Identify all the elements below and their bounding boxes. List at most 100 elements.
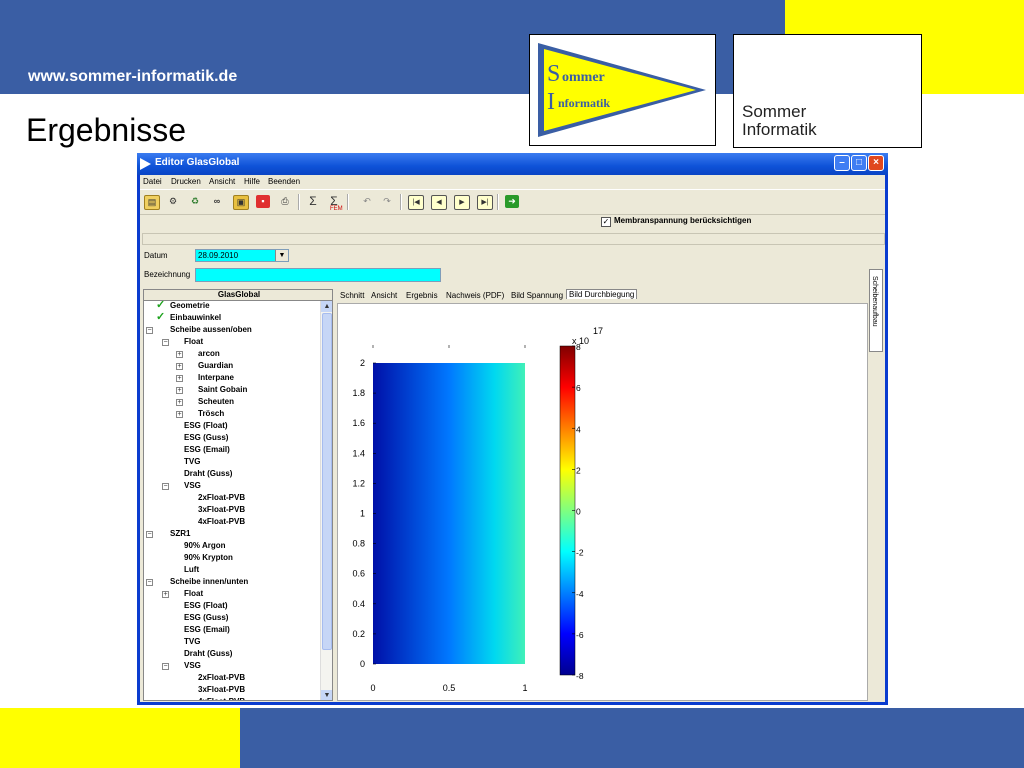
tree-item[interactable]: ESG (Email)	[184, 625, 230, 634]
menu-drucken[interactable]: Drucken	[171, 177, 201, 186]
scroll-thumb[interactable]	[322, 313, 332, 650]
undo-icon[interactable]: ↶	[360, 195, 374, 208]
menu-datei[interactable]: Datei	[143, 177, 162, 186]
tree-item[interactable]: 90% Krypton	[184, 553, 233, 562]
tab-ergebnis[interactable]: Ergebnis	[406, 291, 438, 300]
expand-icon[interactable]: +	[176, 399, 183, 406]
collapse-icon[interactable]: −	[162, 663, 169, 670]
redo-icon[interactable]: ↷	[380, 195, 394, 208]
tree-scrollbar[interactable]: ▲ ▼	[320, 301, 332, 700]
save-icon[interactable]: ▪	[256, 195, 270, 208]
colorbar-tick-label: 2	[576, 465, 581, 475]
next-icon[interactable]: ▶	[454, 195, 470, 210]
tree-item[interactable]: SZR1	[170, 529, 190, 538]
binoculars-icon[interactable]: ∞	[210, 195, 224, 208]
text-logo: Sommer Informatik	[733, 34, 922, 148]
membrane-checkbox-label: Membranspannung berücksichtigen	[614, 216, 752, 225]
window-client: Datei Drucken Ansicht Hilfe Beenden ▤ ⚙ …	[140, 175, 885, 702]
tree-item[interactable]: 90% Argon	[184, 541, 226, 550]
tree-item[interactable]: ESG (Float)	[184, 421, 228, 430]
tree-item[interactable]: Float	[184, 337, 203, 346]
tree-item[interactable]: VSG	[184, 661, 201, 670]
tree-item[interactable]: Interpane	[198, 373, 234, 382]
logo-word-nformatik: nformatik	[558, 96, 610, 110]
print-icon[interactable]: ⎙	[278, 195, 292, 208]
datum-dropdown-icon[interactable]: ▼	[275, 250, 288, 261]
tree-item[interactable]: Scheibe aussen/oben	[170, 325, 252, 334]
tab-ansicht[interactable]: Ansicht	[371, 291, 397, 300]
tree-item[interactable]: ESG (Guss)	[184, 613, 228, 622]
sum-icon[interactable]: Σ	[306, 195, 320, 208]
tab-bild-spannung[interactable]: Bild Spannung	[511, 291, 563, 300]
tree-item[interactable]: 3xFloat-PVB	[198, 505, 245, 514]
tab-nachweis[interactable]: Nachweis (PDF)	[446, 291, 504, 300]
last-icon[interactable]: ▶|	[477, 195, 493, 210]
close-button[interactable]: ×	[868, 155, 884, 171]
minimize-button[interactable]: –	[834, 155, 850, 171]
tree-item[interactable]: Guardian	[198, 361, 233, 370]
tab-schnitt[interactable]: Schnitt	[340, 291, 364, 300]
y-tick-label: 1.6	[352, 418, 365, 428]
tree-item[interactable]: 2xFloat-PVB	[198, 493, 245, 502]
window-titlebar[interactable]: Editor GlasGlobal – □ ×	[137, 153, 888, 175]
website-url: www.sommer-informatik.de	[28, 68, 238, 85]
tab-bild-durchbiegung[interactable]: Bild Durchbiegung	[566, 289, 638, 299]
tree-item[interactable]: Float	[184, 589, 203, 598]
tree-item[interactable]: Scheuten	[198, 397, 234, 406]
exit-icon[interactable]: ➜	[505, 195, 519, 208]
expand-icon[interactable]: +	[176, 387, 183, 394]
colorbar-tick-label: -4	[576, 589, 584, 599]
tree-item[interactable]: TVG	[184, 457, 200, 466]
tree-item[interactable]: Scheibe innen/unten	[170, 577, 248, 586]
recycle-icon[interactable]: ♻	[188, 195, 202, 208]
tree-header: GlasGlobal	[144, 290, 332, 301]
image-icon[interactable]: ▣	[233, 195, 249, 210]
maximize-button[interactable]: □	[851, 155, 867, 171]
scroll-up-icon[interactable]: ▲	[321, 301, 332, 312]
tree-item[interactable]: Einbauwinkel	[170, 313, 221, 322]
expand-icon[interactable]: +	[176, 411, 183, 418]
tree-item[interactable]: VSG	[184, 481, 201, 490]
first-icon[interactable]: |◀	[408, 195, 424, 210]
menu-hilfe[interactable]: Hilfe	[244, 177, 260, 186]
datum-field[interactable]: 28.09.2010 ▼	[195, 249, 289, 262]
tree-item[interactable]: 4xFloat-PVB	[198, 517, 245, 526]
menu-ansicht[interactable]: Ansicht	[209, 177, 235, 186]
expand-icon[interactable]: +	[176, 351, 183, 358]
tree-item[interactable]: Geometrie	[170, 301, 210, 310]
collapse-icon[interactable]: −	[146, 531, 153, 538]
expand-icon[interactable]: +	[176, 363, 183, 370]
collapse-icon[interactable]: −	[146, 327, 153, 334]
tree-item[interactable]: 2xFloat-PVB	[198, 673, 245, 682]
tree-item[interactable]: TVG	[184, 637, 200, 646]
tree-item[interactable]: Draht (Guss)	[184, 469, 232, 478]
expand-icon[interactable]: +	[176, 375, 183, 382]
tree-item[interactable]: Luft	[184, 565, 199, 574]
scroll-down-icon[interactable]: ▼	[321, 690, 332, 700]
prev-icon[interactable]: ◀	[431, 195, 447, 210]
tree-item[interactable]: Trösch	[198, 409, 224, 418]
tree-item[interactable]: ESG (Guss)	[184, 433, 228, 442]
expand-icon[interactable]: +	[162, 591, 169, 598]
tree-item[interactable]: 4xFloat-PVB	[198, 697, 245, 700]
bezeichnung-field[interactable]	[195, 268, 441, 282]
membrane-checkbox[interactable]: ✓	[601, 217, 611, 227]
tree-item[interactable]: Draht (Guss)	[184, 649, 232, 658]
menu-beenden[interactable]: Beenden	[268, 177, 300, 186]
tree-item[interactable]: 3xFloat-PVB	[198, 685, 245, 694]
new-icon[interactable]: ▤	[144, 195, 160, 210]
side-tab-scheibenaufbau[interactable]: Scheibenaufbau	[869, 269, 883, 352]
collapse-icon[interactable]: −	[146, 579, 153, 586]
tree-item[interactable]: ESG (Email)	[184, 445, 230, 454]
y-tick-label: 0.2	[352, 629, 365, 639]
tree-item[interactable]: ESG (Float)	[184, 601, 228, 610]
tree-item[interactable]: arcon	[198, 349, 220, 358]
collapse-icon[interactable]: −	[162, 339, 169, 346]
datum-value: 28.09.2010	[198, 251, 239, 260]
collapse-icon[interactable]: −	[162, 483, 169, 490]
open-icon[interactable]: ⚙	[166, 195, 180, 208]
y-tick-label: 0	[360, 659, 365, 669]
tree-item[interactable]: Saint Gobain	[198, 385, 247, 394]
plot-area: 0 0.2 0.4 0.6 0.8 1 1.2 1.4 1.6 1.8 2 0 0.5 1 -8 -6 -4 -2…	[337, 303, 868, 701]
pennant-logo: S ommer I nformatik	[529, 34, 716, 146]
